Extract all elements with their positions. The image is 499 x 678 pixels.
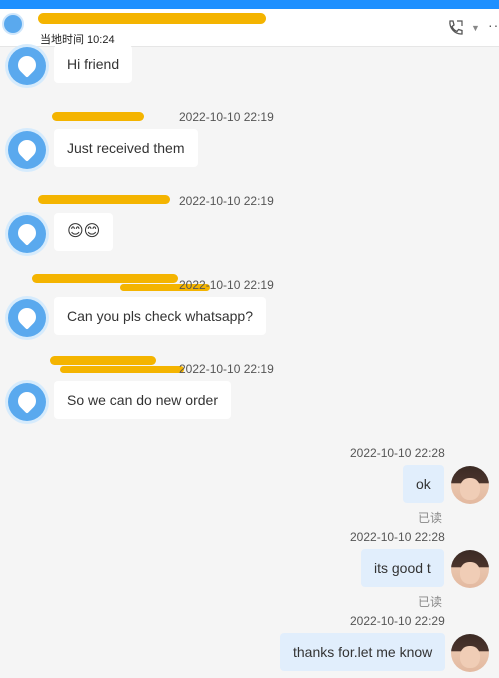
window-top-bar (0, 0, 499, 9)
read-status: 已读 (418, 511, 443, 525)
chevron-down-icon[interactable]: ▼ (471, 23, 480, 33)
sender-name-redacted (50, 356, 156, 365)
my-avatar (451, 550, 489, 588)
message-bubble-incoming[interactable]: Hi friend (54, 45, 133, 83)
sender-name-redacted (38, 195, 170, 204)
contact-avatar (8, 299, 46, 337)
message-time: 2022-10-10 22:19 (179, 278, 274, 292)
message-time: 2022-10-10 22:28 (350, 446, 445, 460)
sender-name-redacted (60, 366, 184, 373)
contact-avatar (8, 47, 46, 85)
contact-name-redacted (38, 13, 266, 24)
message-bubble-outgoing[interactable]: its good t (361, 549, 444, 587)
message-time: 2022-10-10 22:29 (350, 614, 445, 628)
message-bubble-outgoing[interactable]: ok (403, 465, 444, 503)
my-avatar (451, 466, 489, 504)
my-avatar (451, 634, 489, 672)
read-status: 已读 (418, 595, 443, 609)
message-time: 2022-10-10 22:19 (179, 110, 274, 124)
chat-header: 当地时间 10:24 ▼ ··· (0, 9, 499, 47)
message-bubble-incoming[interactable]: Just received them (54, 129, 198, 167)
message-time: 2022-10-10 22:19 (179, 362, 274, 376)
phone-call-icon[interactable] (446, 19, 464, 37)
message-bubble-incoming[interactable]: 😊😊 (54, 213, 114, 251)
contact-avatar (8, 215, 46, 253)
message-time: 2022-10-10 22:19 (179, 194, 274, 208)
contact-avatar (8, 131, 46, 169)
message-bubble-incoming[interactable]: So we can do new order (54, 381, 231, 419)
sender-name-redacted (52, 112, 144, 121)
message-bubble-outgoing[interactable]: thanks for.let me know (280, 633, 446, 671)
message-time: 2022-10-10 22:28 (350, 530, 445, 544)
more-icon[interactable]: ··· (488, 17, 499, 33)
contact-avatar (8, 383, 46, 421)
message-bubble-incoming[interactable]: Can you pls check whatsapp? (54, 297, 266, 335)
contact-avatar[interactable] (2, 13, 24, 35)
sender-name-redacted (32, 274, 178, 283)
